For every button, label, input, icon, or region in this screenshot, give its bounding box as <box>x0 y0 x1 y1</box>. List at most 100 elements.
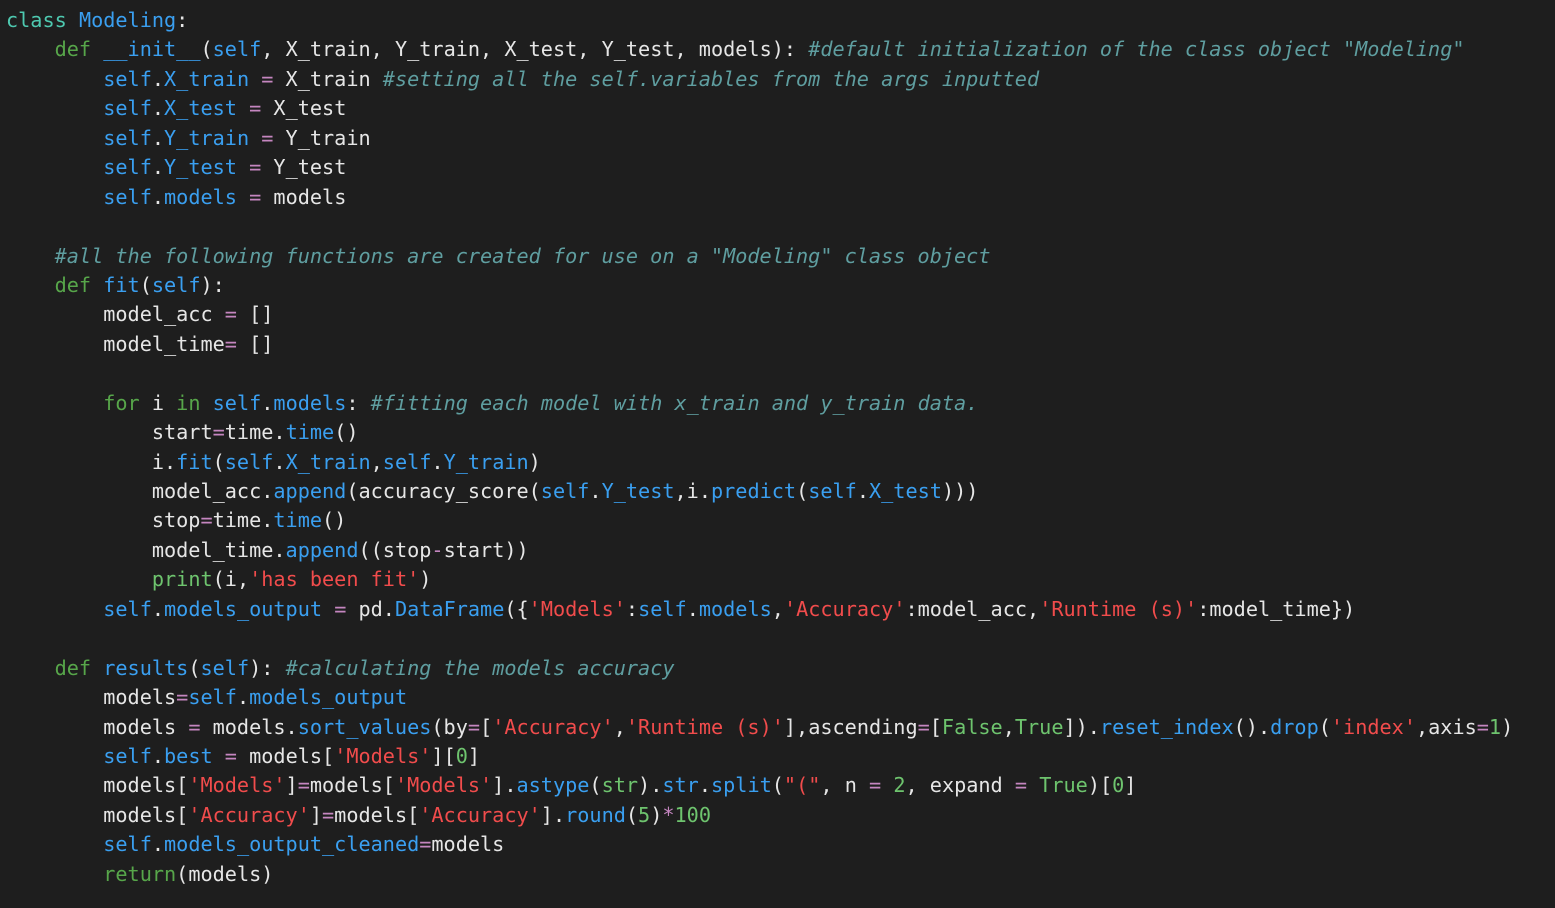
code-line[interactable]: model_acc = [] <box>6 300 1555 329</box>
code-token: self <box>103 96 152 121</box>
code-token: fit <box>103 272 140 297</box>
code-token: ]. <box>492 773 517 798</box>
code-token: . <box>151 743 165 768</box>
code-token: . <box>151 66 165 91</box>
code-token: models. <box>200 714 298 739</box>
code-line[interactable]: self.X_test = X_test <box>6 94 1555 123</box>
code-token: 'has been fit' <box>249 567 420 592</box>
code-line[interactable]: self.Y_test = Y_test <box>6 153 1555 182</box>
code-line[interactable]: self.models = models <box>6 183 1555 212</box>
code-token: #fitting each model with x_train and y_t… <box>370 390 979 415</box>
code-token: ] <box>309 802 323 827</box>
code-token: 'Accuracy' <box>783 596 906 621</box>
code-token: models_output_cleaned <box>164 832 420 857</box>
code-line[interactable]: model_time.append((stop-start)) <box>6 536 1555 565</box>
code-line[interactable]: def fit(self): <box>6 271 1555 300</box>
code-token: #default initialization of the class obj… <box>808 37 1465 62</box>
code-token: self <box>808 479 857 503</box>
code-token: = <box>917 714 930 739</box>
code-token: 'Models' <box>394 773 493 798</box>
code-token: split <box>710 773 772 798</box>
code-line[interactable]: self.Y_train = Y_train <box>6 124 1555 153</box>
code-token: (models) <box>176 861 274 886</box>
code-line[interactable]: models = models.sort_values(by=['Accurac… <box>6 713 1555 742</box>
code-token: : <box>625 596 639 621</box>
code-token: 100 <box>674 802 711 827</box>
code-token: return <box>103 861 177 886</box>
code-line[interactable]: ​ <box>6 212 1555 241</box>
code-line[interactable]: ​ <box>6 624 1555 653</box>
code-token: Modeling <box>78 8 177 32</box>
code-token: = <box>249 155 262 180</box>
code-token: ] <box>467 743 481 768</box>
code-line[interactable]: models=self.models_output <box>6 683 1555 712</box>
code-token: . <box>151 596 165 621</box>
code-token: , X_train, Y_train, X_test, Y_test, mode… <box>261 37 809 62</box>
code-token: ]). <box>1063 714 1100 739</box>
code-token: X_train <box>285 449 371 474</box>
code-line[interactable]: models['Models']=models['Models'].astype… <box>6 771 1555 800</box>
code-line[interactable]: return(models) <box>6 860 1555 889</box>
code-token: time <box>273 508 323 533</box>
code-token: models_output <box>249 685 408 710</box>
code-line[interactable]: print(i,'has been fit') <box>6 565 1555 594</box>
code-token: , <box>771 596 784 621</box>
code-token: [] <box>236 302 274 327</box>
code-line[interactable]: self.best = models['Models'][0] <box>6 742 1555 771</box>
code-token: results <box>103 655 189 680</box>
code-line[interactable]: start=time.time() <box>6 418 1555 447</box>
code-editor[interactable]: class Modeling: def __init__(self, X_tra… <box>0 0 1555 908</box>
code-line[interactable]: model_acc.append(accuracy_score(self.Y_t… <box>6 477 1555 506</box>
code-line[interactable]: i.fit(self.X_train,self.Y_train) <box>6 448 1555 477</box>
code-token: self <box>103 66 152 91</box>
code-line[interactable]: self.models_output_cleaned=models <box>6 830 1555 859</box>
code-line[interactable]: def results(self): #calculating the mode… <box>6 654 1555 683</box>
code-token: ). <box>638 773 663 798</box>
code-block[interactable]: class Modeling: def __init__(self, X_tra… <box>6 6 1555 889</box>
code-token: X_train <box>164 66 250 91</box>
code-token: models[ <box>236 743 335 768</box>
code-token: ) <box>419 567 432 592</box>
code-token: models[ <box>334 802 420 827</box>
code-token: 1 <box>1488 714 1502 739</box>
code-token: drop <box>1270 714 1319 739</box>
code-line[interactable]: self.X_train = X_train #setting all the … <box>6 65 1555 94</box>
code-token: def <box>54 272 92 297</box>
code-line[interactable]: class Modeling: <box>6 6 1555 35</box>
code-token: model_acc. <box>6 479 274 503</box>
code-line[interactable]: #all the following functions are created… <box>6 242 1555 271</box>
code-token: ({ <box>504 596 529 621</box>
code-token: , <box>1002 714 1015 739</box>
code-token: 'Accuracy' <box>492 714 614 739</box>
code-line[interactable]: models['Accuracy']=models['Accuracy'].ro… <box>6 801 1555 830</box>
code-token: . <box>236 685 250 710</box>
code-token: ( <box>212 449 225 474</box>
code-token: () <box>334 420 359 445</box>
code-line[interactable]: model_time= [] <box>6 330 1555 359</box>
code-token: . <box>151 155 165 180</box>
code-token: append <box>273 479 347 503</box>
code-line[interactable]: stop=time.time() <box>6 506 1555 535</box>
code-token: time <box>285 420 335 445</box>
code-token: = <box>200 508 213 533</box>
code-line[interactable]: ​ <box>6 359 1555 388</box>
code-token: . <box>151 184 165 209</box>
code-token: "(" <box>783 773 821 798</box>
code-token: = <box>261 125 274 150</box>
code-line[interactable]: for i in self.models: #fitting each mode… <box>6 389 1555 418</box>
code-token: fit <box>176 449 213 474</box>
code-token: 2 <box>893 773 906 798</box>
code-line[interactable]: def __init__(self, X_train, Y_train, X_t… <box>6 35 1555 64</box>
code-line[interactable]: self.models_output = pd.DataFrame({'Mode… <box>6 595 1555 624</box>
code-token: = <box>297 773 310 798</box>
